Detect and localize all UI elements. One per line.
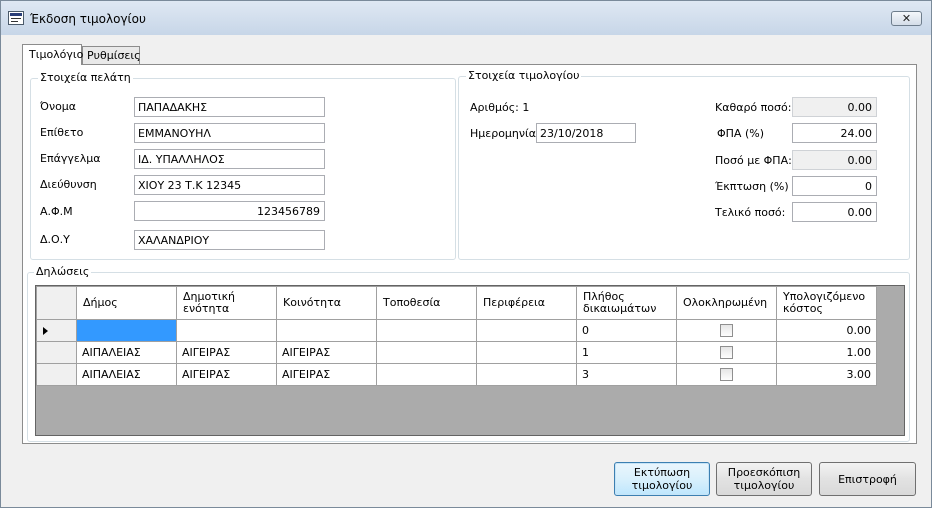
vat-percent-label: ΦΠΑ (%) <box>717 127 764 140</box>
doy-field[interactable]: ΧΑΛΑΝΔΡΙΟΥ <box>134 230 325 250</box>
col-header-completed[interactable]: Ολοκληρωμένη <box>676 286 777 320</box>
discount-percent-field[interactable]: 0 <box>792 176 877 196</box>
back-button[interactable]: Επιστροφή <box>819 462 916 496</box>
table-row[interactable]: 0 0.00 <box>36 319 877 342</box>
col-header-enotita[interactable]: Δημοτική ενότητα <box>176 286 277 320</box>
cell-kostos[interactable]: 3.00 <box>776 363 877 386</box>
net-amount-label: Καθαρό ποσό: <box>715 101 792 114</box>
cell-enotita[interactable]: ΑΙΓΕΙΡΑΣ <box>176 341 277 364</box>
table-row[interactable]: ΑΙΠΑΛΕΙΑΣ ΑΙΓΕΙΡΑΣ ΑΙΓΕΙΡΑΣ 1 1.00 <box>36 341 877 364</box>
cell-kostos[interactable]: 0.00 <box>776 319 877 342</box>
invoice-date-label: Ημερομηνία: <box>470 127 540 140</box>
cell-koinotita[interactable]: ΑΙΓΕΙΡΑΣ <box>276 363 377 386</box>
final-amount-field[interactable]: 0.00 <box>792 202 877 222</box>
net-amount-field: 0.00 <box>792 97 877 117</box>
cell-perifereia[interactable] <box>476 363 577 386</box>
cell-dimos[interactable]: ΑΙΠΑΛΕΙΑΣ <box>76 363 177 386</box>
invoice-window: Έκδοση τιμολογίου ✕ Τιμολόγιο Ρυθμίσεις … <box>0 0 932 508</box>
cell-plithos[interactable]: 3 <box>576 363 677 386</box>
col-header-topothesia[interactable]: Τοποθεσία <box>376 286 477 320</box>
last-name-label: Επίθετο <box>40 126 84 139</box>
cell-perifereia[interactable] <box>476 341 577 364</box>
discount-percent-label: Έκπτωση (%) <box>715 180 789 193</box>
tab-invoice[interactable]: Τιμολόγιο <box>22 44 83 65</box>
close-icon: ✕ <box>901 12 912 25</box>
cell-topothesia[interactable] <box>376 319 477 342</box>
address-field[interactable]: ΧΙΟΥ 23 Τ.Κ 12345 <box>134 175 325 195</box>
address-label: Διεύθυνση <box>40 178 97 191</box>
completed-checkbox[interactable] <box>720 324 733 338</box>
cell-enotita[interactable]: ΑΙΓΕΙΡΑΣ <box>176 363 277 386</box>
row-header[interactable] <box>36 341 77 364</box>
col-header-dimos[interactable]: Δήμος <box>76 286 177 320</box>
completed-checkbox[interactable] <box>720 368 733 382</box>
grid-corner-cell <box>36 286 77 320</box>
declarations-grid[interactable]: Δήμος Δημοτική ενότητα Κοινότητα Τοποθεσ… <box>35 285 905 436</box>
customer-group-title: Στοιχεία πελάτη <box>38 71 133 84</box>
cell-completed <box>676 341 777 364</box>
amount-with-vat-label: Ποσό με ΦΠΑ: <box>715 154 792 167</box>
title-bar: Έκδοση τιμολογίου ✕ <box>1 1 931 35</box>
tab-settings[interactable]: Ρυθμίσεις <box>82 46 141 65</box>
preview-invoice-button[interactable]: Προεσκόπιση τιμολογίου <box>716 462 812 496</box>
grid-header-row: Δήμος Δημοτική ενότητα Κοινότητα Τοποθεσ… <box>36 286 877 320</box>
col-header-koinotita[interactable]: Κοινότητα <box>276 286 377 320</box>
declarations-group-title: Δηλώσεις <box>34 265 92 278</box>
vat-percent-field[interactable]: 24.00 <box>792 123 877 143</box>
table-row[interactable]: ΑΙΠΑΛΕΙΑΣ ΑΙΓΕΙΡΑΣ ΑΙΓΕΙΡΑΣ 3 3.00 <box>36 363 877 386</box>
cell-dimos[interactable] <box>76 319 177 342</box>
first-name-label: Όνομα <box>40 100 77 113</box>
cell-kostos[interactable]: 1.00 <box>776 341 877 364</box>
window-title: Έκδοση τιμολογίου <box>30 12 146 26</box>
cell-completed <box>676 319 777 342</box>
invoice-details-groupbox: Στοιχεία τιμολογίου Αριθμός: 1 Ημερομηνί… <box>458 69 910 260</box>
final-amount-label: Τελικό ποσό: <box>715 206 786 219</box>
customer-groupbox: Στοιχεία πελάτη Όνομα ΠΑΠΑΔΑΚΗΣ Επίθετο … <box>30 71 456 260</box>
cell-koinotita[interactable] <box>276 319 377 342</box>
cell-enotita[interactable] <box>176 319 277 342</box>
cell-plithos[interactable]: 1 <box>576 341 677 364</box>
col-header-kostos[interactable]: Υπολογιζόμενο κόστος <box>776 286 877 320</box>
app-icon <box>8 11 24 25</box>
completed-checkbox[interactable] <box>720 346 733 360</box>
cell-dimos[interactable]: ΑΙΠΑΛΕΙΑΣ <box>76 341 177 364</box>
cell-completed <box>676 363 777 386</box>
col-header-perifereia[interactable]: Περιφέρεια <box>476 286 577 320</box>
current-row-arrow-icon <box>43 327 48 335</box>
afm-field[interactable]: 123456789 <box>134 201 325 221</box>
print-invoice-button[interactable]: Εκτύπωση τιμολογίου <box>614 462 710 496</box>
cell-perifereia[interactable] <box>476 319 577 342</box>
last-name-field[interactable]: ΕΜΜΑΝΟΥΗΛ <box>134 123 325 143</box>
invoice-tab-panel: Στοιχεία πελάτη Όνομα ΠΑΠΑΔΑΚΗΣ Επίθετο … <box>22 64 917 444</box>
cell-topothesia[interactable] <box>376 341 477 364</box>
amount-with-vat-field: 0.00 <box>792 150 877 170</box>
row-header[interactable] <box>36 363 77 386</box>
doy-label: Δ.Ο.Υ <box>40 233 70 246</box>
cell-plithos[interactable]: 0 <box>576 319 677 342</box>
declarations-table: Δήμος Δημοτική ενότητα Κοινότητα Τοποθεσ… <box>36 286 877 386</box>
row-header[interactable] <box>36 319 77 342</box>
invoice-number-label: Αριθμός: 1 <box>470 101 530 114</box>
cell-koinotita[interactable]: ΑΙΓΕΙΡΑΣ <box>276 341 377 364</box>
invoice-group-title: Στοιχεία τιμολογίου <box>466 69 582 82</box>
col-header-plithos[interactable]: Πλήθος δικαιωμάτων <box>576 286 677 320</box>
invoice-date-field[interactable]: 23/10/2018 <box>536 123 636 143</box>
profession-label: Επάγγελμα <box>40 152 101 165</box>
profession-field[interactable]: ΙΔ. ΥΠΑΛΛΗΛΟΣ <box>134 149 325 169</box>
first-name-field[interactable]: ΠΑΠΑΔΑΚΗΣ <box>134 97 325 117</box>
close-button[interactable]: ✕ <box>891 11 922 26</box>
cell-topothesia[interactable] <box>376 363 477 386</box>
afm-label: Α.Φ.Μ <box>40 205 73 218</box>
